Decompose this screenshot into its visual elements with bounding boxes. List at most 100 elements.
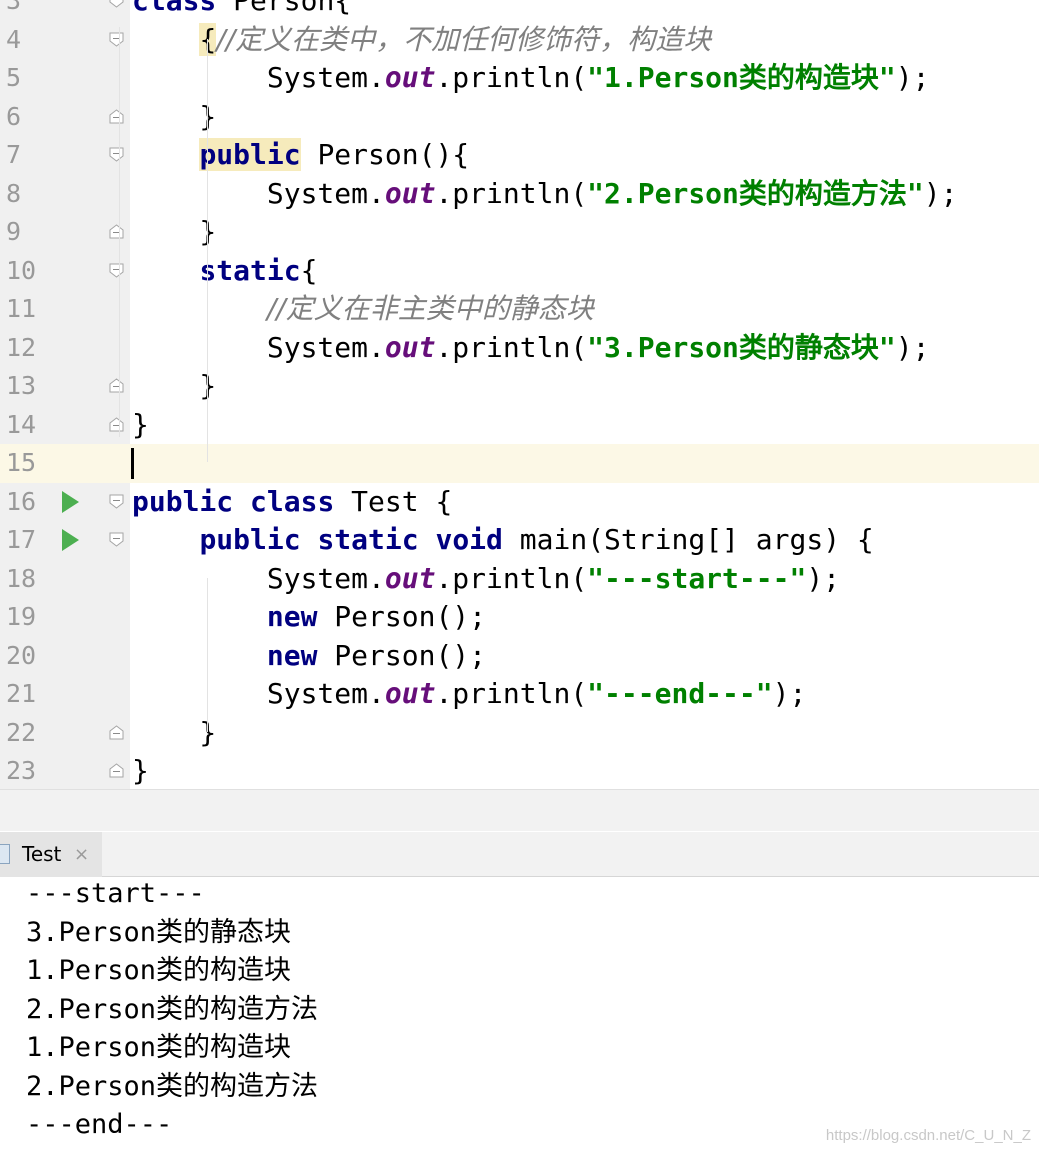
code-token: System. (132, 61, 385, 94)
code-editor[interactable]: 3class Person{4 {//定义在类中，不加任何修饰符，构造块5 Sy… (0, 0, 1039, 789)
gutter-cell: 11 (0, 290, 130, 329)
line-number: 17 (6, 525, 37, 554)
code-token: System. (132, 176, 385, 210)
code-token: static (317, 523, 419, 556)
code-line[interactable]: 15 (0, 444, 1039, 483)
code-line[interactable]: 5 System.out.println("1.Person类的构造块"); (0, 59, 1039, 98)
code-text[interactable]: } (132, 406, 149, 445)
code-line[interactable]: 12 System.out.println("3.Person类的静态块"); (0, 329, 1039, 368)
code-line[interactable]: 18 System.out.println("---start---"); (0, 560, 1039, 599)
code-line[interactable]: 21 System.out.println("---end---"); (0, 675, 1039, 714)
code-text[interactable]: System.out.println("3.Person类的静态块"); (132, 329, 930, 368)
fold-end-icon[interactable] (109, 108, 124, 124)
fold-end-icon[interactable] (109, 378, 124, 393)
code-text[interactable]: {//定义在类中，不加任何修饰符，构造块 (132, 21, 711, 60)
code-text[interactable]: } (132, 98, 216, 137)
run-icon[interactable] (62, 529, 79, 551)
code-text[interactable]: class Person{ (132, 0, 351, 21)
code-line[interactable]: 20 new Person(); (0, 637, 1039, 676)
code-text[interactable]: //定义在非主类中的静态块 (132, 290, 594, 329)
code-line[interactable]: 22 } (0, 714, 1039, 753)
code-line[interactable]: 19 new Person(); (0, 598, 1039, 637)
code-line[interactable]: 16 public class Test { (0, 483, 1039, 522)
line-number: 4 (6, 24, 22, 54)
gutter-cell: 12 (0, 329, 130, 368)
code-line[interactable]: 14} (0, 406, 1039, 445)
indent-guide (207, 578, 208, 732)
fold-end-icon[interactable] (109, 416, 124, 432)
fold-collapse-icon[interactable] (109, 147, 124, 162)
code-line[interactable]: 4 {//定义在类中，不加任何修饰符，构造块 (0, 21, 1039, 60)
fold-collapse-icon[interactable] (109, 0, 124, 8)
code-text[interactable]: public static void main(String[] args) { (132, 521, 873, 560)
code-token: Person(); (317, 638, 487, 672)
console-line: 2.Person类的构造方法 (26, 993, 319, 1025)
code-token: .println( (435, 61, 588, 94)
fold-end-icon[interactable] (109, 763, 124, 778)
code-line[interactable]: 13 } (0, 367, 1039, 406)
code-line[interactable]: 23} (0, 752, 1039, 789)
line-number: 16 (6, 486, 37, 516)
code-token: Person(); (317, 600, 487, 633)
fold-end-icon[interactable] (109, 724, 124, 740)
line-number: 20 (6, 640, 37, 670)
code-text[interactable]: } (132, 367, 216, 406)
code-token: out (384, 330, 436, 364)
code-token: "---end---" (587, 677, 773, 710)
code-text[interactable]: new Person(); (132, 598, 486, 637)
line-number: 22 (6, 717, 37, 747)
code-token: Test { (334, 484, 453, 518)
code-token: "---start---" (587, 561, 807, 595)
fold-collapse-icon[interactable] (109, 494, 124, 509)
gutter-cell: 18 (0, 560, 130, 599)
code-token: ); (923, 176, 958, 210)
code-text[interactable]: public Person(){ (132, 136, 469, 175)
line-number: 23 (6, 756, 37, 785)
code-line[interactable]: 6 } (0, 98, 1039, 137)
fold-end-icon[interactable] (109, 224, 124, 239)
code-token: //定义在非主类中的静态块 (266, 292, 594, 325)
run-tool-window-header: Test × (0, 832, 1039, 877)
code-line[interactable]: 17 public static void main(String[] args… (0, 521, 1039, 560)
code-text[interactable]: public class Test { (132, 483, 452, 522)
code-token: System. (132, 677, 385, 710)
code-text[interactable]: } (132, 752, 149, 789)
horizontal-scrollbar[interactable] (0, 789, 1039, 831)
gutter-cell: 14 (0, 406, 130, 445)
code-token: ); (806, 561, 841, 595)
close-icon[interactable]: × (74, 832, 89, 877)
code-line[interactable]: 8 System.out.println("2.Person类的构造方法"); (0, 175, 1039, 214)
code-text[interactable]: } (132, 213, 216, 252)
fold-collapse-icon[interactable] (109, 532, 124, 547)
fold-collapse-icon[interactable] (109, 32, 124, 47)
watermark: https://blog.csdn.net/C_U_N_Z (825, 1127, 1031, 1144)
run-tab-test[interactable]: Test × (0, 832, 102, 877)
code-line[interactable]: 9 } (0, 213, 1039, 252)
code-token: } (132, 369, 217, 402)
code-text[interactable]: System.out.println("2.Person类的构造方法"); (132, 175, 958, 214)
code-text[interactable]: new Person(); (132, 637, 486, 676)
code-token: } (132, 407, 149, 441)
fold-collapse-icon[interactable] (109, 263, 124, 278)
gutter-cell: 4 (0, 21, 130, 60)
run-icon[interactable] (62, 490, 79, 513)
code-text[interactable]: } (132, 714, 216, 753)
line-number: 6 (6, 101, 22, 131)
code-line[interactable]: 10 static{ (0, 252, 1039, 291)
gutter-cell: 21 (0, 675, 130, 714)
code-text[interactable]: System.out.println("---start---"); (132, 560, 840, 599)
gutter-cell: 8 (0, 175, 130, 214)
code-line[interactable]: 7 public Person(){ (0, 136, 1039, 175)
console-output[interactable]: ---start--- 3.Person类的静态块 1.Person类的构造块 2.P… (0, 877, 1039, 1154)
code-text[interactable]: static{ (132, 252, 317, 291)
line-number: 21 (6, 679, 37, 708)
code-token: new (266, 638, 318, 672)
code-text[interactable]: System.out.println("---end---"); (132, 675, 806, 714)
console-line: ---start--- (26, 878, 205, 909)
code-line[interactable]: 11 //定义在非主类中的静态块 (0, 290, 1039, 329)
code-line[interactable]: 3 class Person{ (0, 0, 1039, 21)
code-text[interactable]: System.out.println("1.Person类的构造块"); (132, 59, 930, 98)
